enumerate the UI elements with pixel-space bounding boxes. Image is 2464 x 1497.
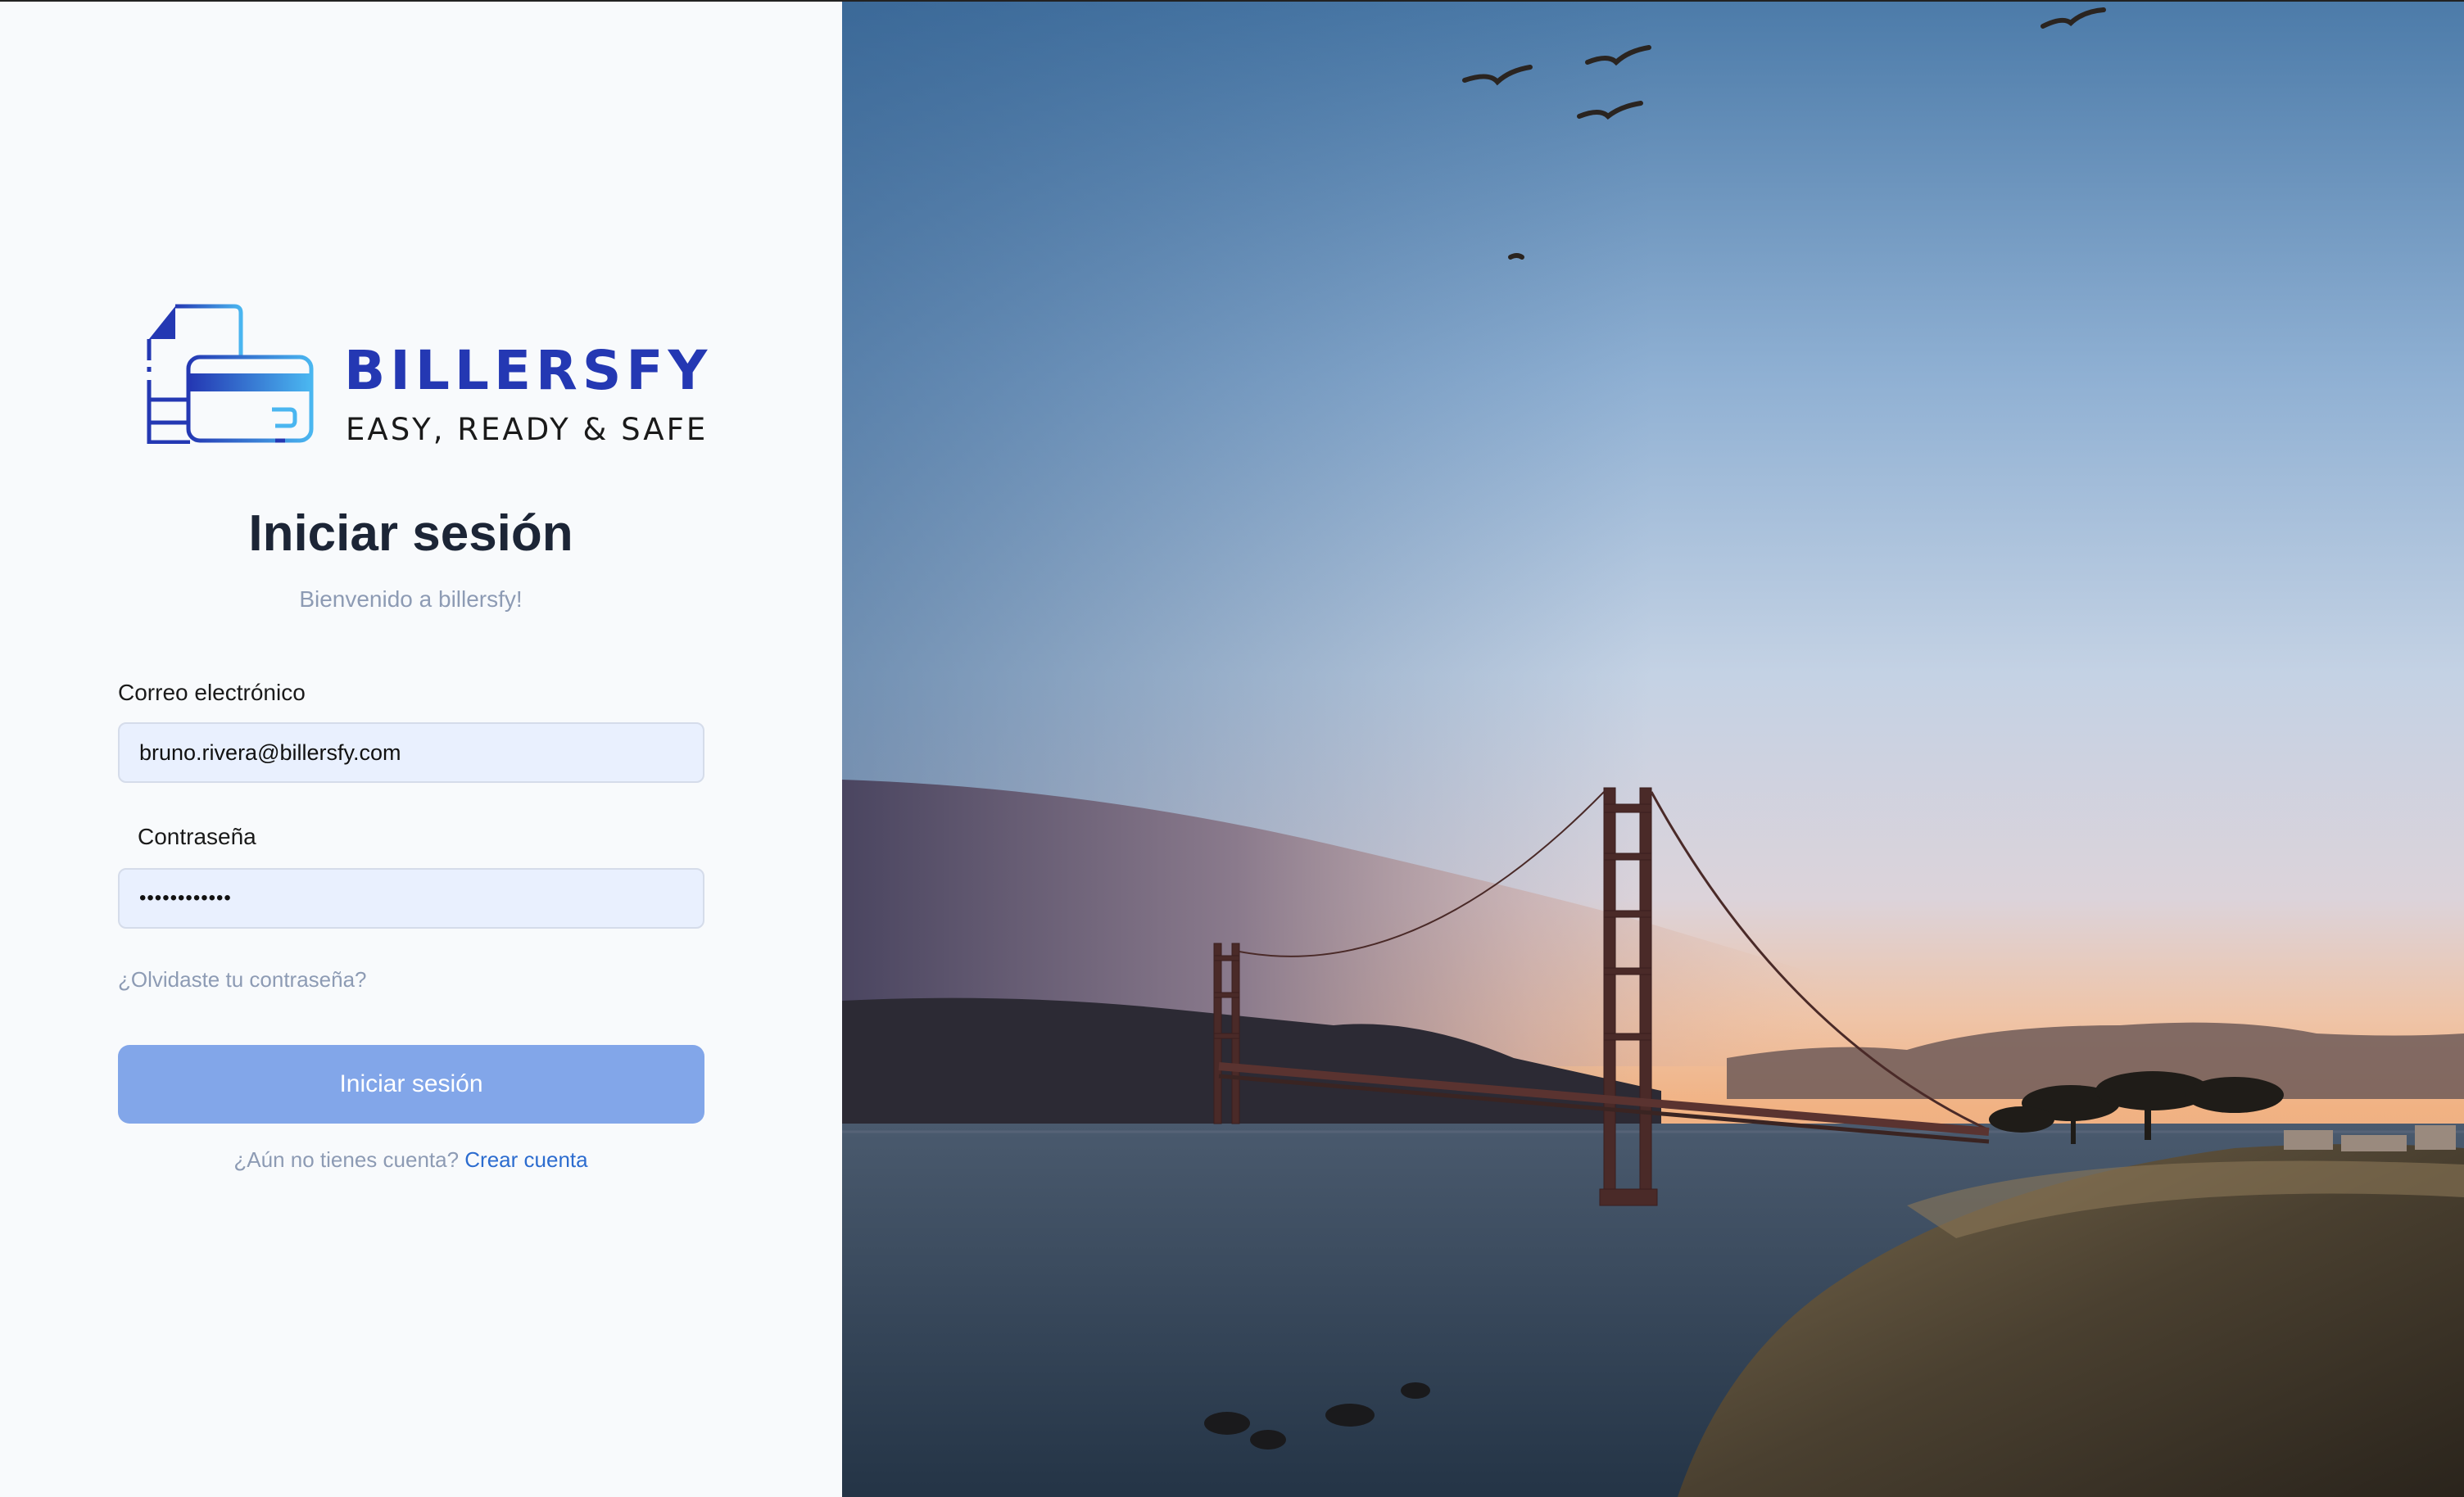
email-field[interactable] [118, 722, 704, 783]
golden-gate-bridge-photo [842, 2, 2464, 1497]
login-panel: BILLERSFY EASY, READY & SAFE Iniciar ses… [0, 2, 842, 1497]
login-page: BILLERSFY EASY, READY & SAFE Iniciar ses… [0, 0, 2464, 1497]
brand-name: BILLERSFY [344, 339, 713, 402]
create-account-link[interactable]: Crear cuenta [464, 1147, 587, 1172]
page-title: Iniciar sesión [248, 505, 573, 562]
password-field[interactable] [118, 868, 704, 929]
password-label: Contraseña [138, 824, 256, 849]
login-button[interactable]: Iniciar sesión [118, 1045, 704, 1124]
page-subtitle: Bienvenido a billersfy! [299, 586, 523, 612]
brand-logo: BILLERSFY EASY, READY & SAFE [144, 300, 707, 447]
signup-prompt: ¿Aún no tienes cuenta? Crear cuenta [0, 1145, 822, 1174]
card-document-icon [147, 304, 314, 444]
forgot-password-link[interactable]: ¿Olvidaste tu contraseña? [118, 965, 367, 994]
email-label: Correo electrónico [118, 680, 306, 705]
brand-tagline: EASY, READY & SAFE [346, 412, 709, 447]
signup-prompt-text: ¿Aún no tienes cuenta? [233, 1147, 460, 1172]
hero-image [842, 2, 2464, 1497]
